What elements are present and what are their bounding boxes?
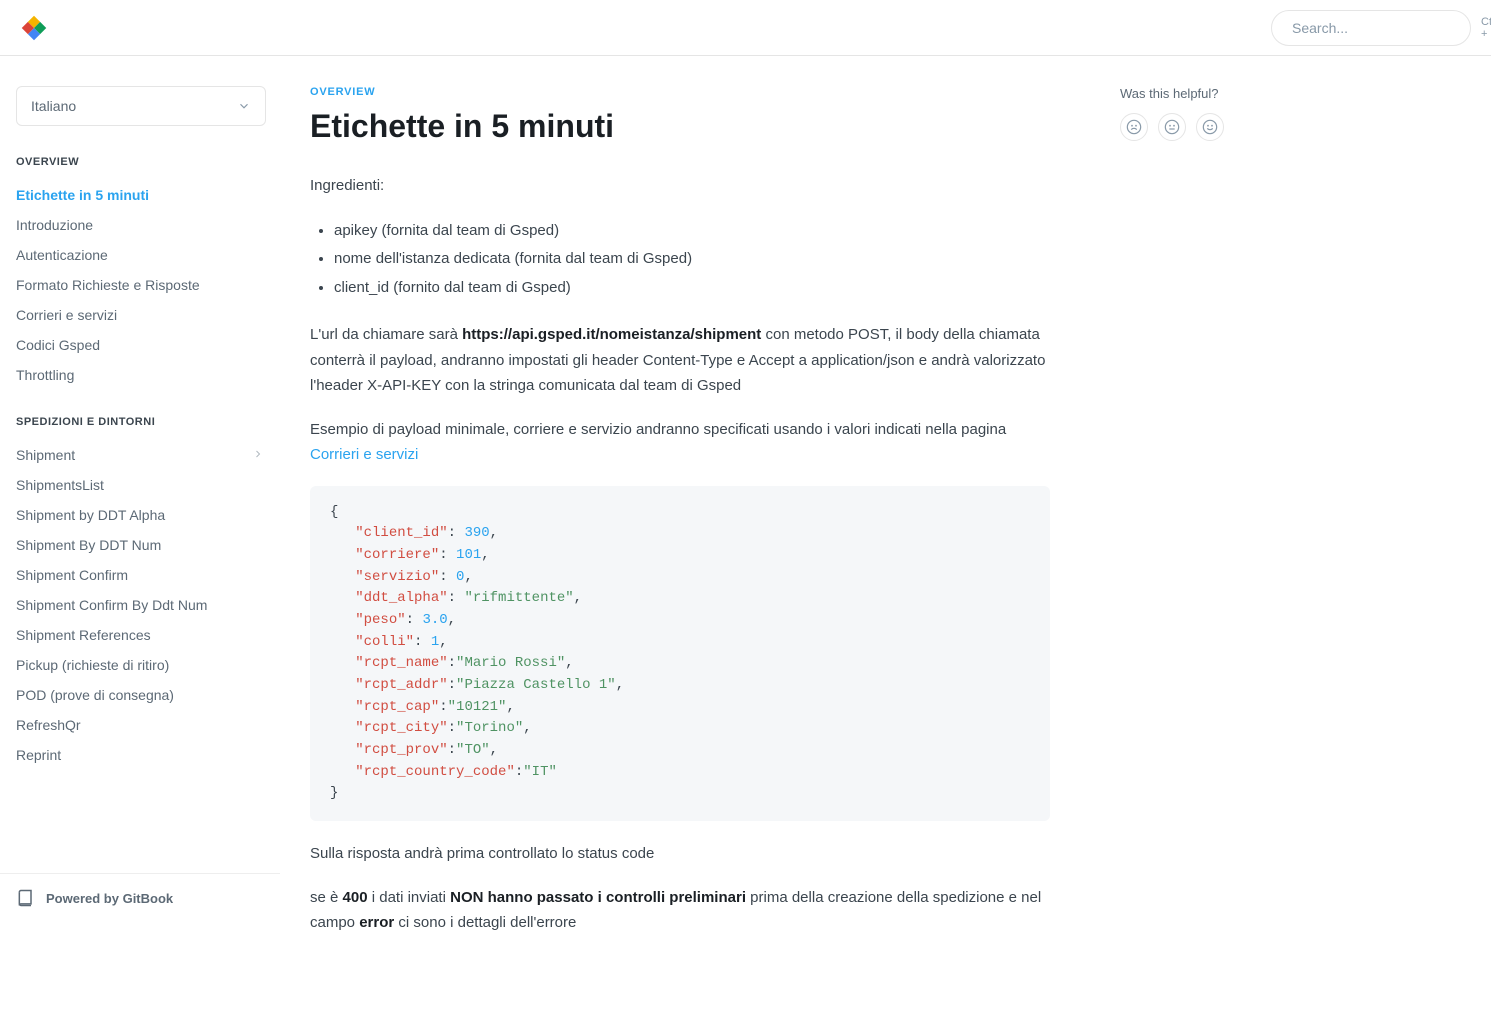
sidebar-item-label: RefreshQr [16,717,81,733]
article-title: Etichette in 5 minuti [310,108,1050,145]
sidebar: Italiano OVERVIEW Etichette in 5 minuti In… [0,56,280,1014]
ingredients-list: apikey (fornita dal team di Gsped)nome d… [334,217,1050,303]
sidebar-item[interactable]: Etichette in 5 minuti [16,180,264,210]
language-selected: Italiano [31,98,76,114]
sidebar-item-label: ShipmentsList [16,477,104,493]
sidebar-item-label: Shipment References [16,627,151,643]
code-block: { "client_id": 390, "corriere": 101, "se… [310,486,1050,822]
list-item: nome dell'istanza dedicata (fornita dal … [334,245,1050,274]
article: OVERVIEW Etichette in 5 minuti Ingredien… [280,56,1100,1014]
sidebar-item[interactable]: Formato Richieste e Risposte [16,270,264,300]
sidebar-item-label: Shipment By DDT Num [16,537,161,553]
ingredients-label: Ingredienti: [310,173,1050,199]
search-box[interactable]: Ctrl + K [1271,10,1471,46]
sidebar-item-label: Shipment Confirm [16,567,128,583]
sidebar-item[interactable]: RefreshQr [16,710,264,740]
search-shortcut: Ctrl + K [1481,16,1491,40]
sidebar-item[interactable]: Introduzione [16,210,264,240]
corrieri-link[interactable]: Corrieri e servizi [310,446,418,463]
sidebar-item[interactable]: Throttling [16,360,264,390]
article-eyebrow: OVERVIEW [310,86,1050,98]
sidebar-item-label: Autenticazione [16,247,108,263]
sidebar-item-label: Etichette in 5 minuti [16,187,149,203]
sidebar-item-label: Introduzione [16,217,93,233]
feedback-sad[interactable] [1120,113,1148,141]
gitbook-icon [16,888,36,908]
top-bar: Ctrl + K [0,0,1491,56]
sidebar-item[interactable]: Shipment Confirm [16,560,264,590]
feedback-panel: Was this helpful? [1100,56,1360,1014]
sidebar-item-label: POD (prove di consegna) [16,687,174,703]
sidebar-item[interactable]: Pickup (richieste di ritiro) [16,650,264,680]
chevron-down-icon [237,99,251,113]
sidebar-item-label: Throttling [16,367,74,383]
example-paragraph: Esempio di payload minimale, corriere e … [310,417,1050,468]
search-input[interactable] [1292,20,1473,36]
sidebar-item[interactable]: Shipment Confirm By Ddt Num [16,590,264,620]
feedback-neutral[interactable] [1158,113,1186,141]
sidebar-item-label: Shipment by DDT Alpha [16,507,165,523]
sidebar-item[interactable]: Shipment By DDT Num [16,530,264,560]
sidebar-heading: SPEDIZIONI E DINTORNI [16,416,264,428]
sidebar-item[interactable]: Autenticazione [16,240,264,270]
sidebar-item[interactable]: Corrieri e servizi [16,300,264,330]
chevron-right-icon [252,447,264,463]
app-logo[interactable] [20,14,48,42]
sidebar-item-label: Formato Richieste e Risposte [16,277,200,293]
sidebar-item[interactable]: Reprint [16,740,264,770]
powered-by[interactable]: Powered by GitBook [0,873,280,922]
feedback-happy[interactable] [1196,113,1224,141]
sidebar-heading: OVERVIEW [16,156,264,168]
sidebar-item-label: Reprint [16,747,61,763]
sidebar-item[interactable]: Shipment by DDT Alpha [16,500,264,530]
sidebar-item-label: Pickup (richieste di ritiro) [16,657,169,673]
sidebar-item-label: Corrieri e servizi [16,307,117,323]
sidebar-item[interactable]: POD (prove di consegna) [16,680,264,710]
sidebar-item-label: Shipment Confirm By Ddt Num [16,597,207,613]
language-select[interactable]: Italiano [16,86,266,126]
error-400-paragraph: se è 400 i dati inviati NON hanno passat… [310,885,1050,936]
list-item: client_id (fornito dal team di Gsped) [334,274,1050,303]
list-item: apikey (fornita dal team di Gsped) [334,217,1050,246]
sidebar-item[interactable]: Shipment References [16,620,264,650]
sidebar-item[interactable]: Codici Gsped [16,330,264,360]
sidebar-item[interactable]: Shipment [16,440,264,470]
status-paragraph: Sulla risposta andrà prima controllato l… [310,841,1050,867]
sidebar-item-label: Shipment [16,447,75,463]
url-paragraph: L'url da chiamare sarà https://api.gsped… [310,322,1050,399]
feedback-label: Was this helpful? [1120,86,1340,101]
sidebar-item-label: Codici Gsped [16,337,100,353]
sidebar-item[interactable]: ShipmentsList [16,470,264,500]
